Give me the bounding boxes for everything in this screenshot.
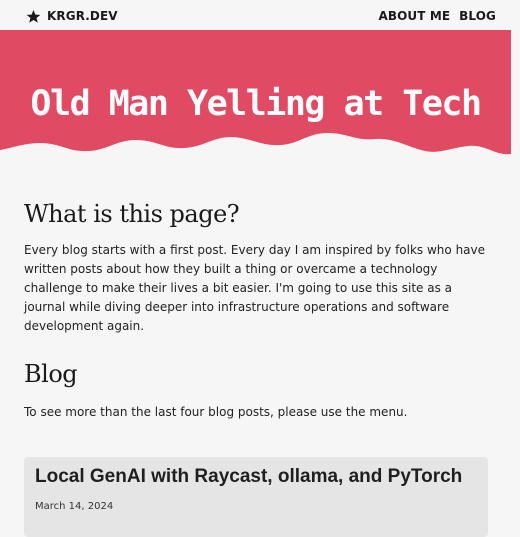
- intro-paragraph: Every blog starts with a first post. Eve…: [24, 243, 486, 333]
- about-heading: What is this page?: [24, 200, 240, 228]
- blog-post-title[interactable]: Local GenAI with Raycast, ollama, and Py…: [35, 466, 462, 488]
- nav-menu: ABOUT ME BLOG: [378, 9, 496, 23]
- star-icon: [26, 9, 41, 23]
- site-title: Old Man Yelling at Tech: [30, 84, 482, 125]
- brand-link[interactable]: KRGR.DEV: [26, 9, 118, 24]
- top-navbar: KRGR.DEV ABOUT ME BLOG: [0, 0, 520, 32]
- blog-post-card[interactable]: Local GenAI with Raycast, ollama, and Py…: [24, 457, 488, 537]
- hero-banner: Old Man Yelling at Tech: [0, 30, 511, 162]
- blog-post-date: March 14, 2024: [35, 501, 114, 512]
- nav-link-blog[interactable]: BLOG: [459, 9, 496, 23]
- nav-link-about-me[interactable]: ABOUT ME: [378, 9, 450, 23]
- brand-name: KRGR.DEV: [47, 9, 118, 23]
- blog-note: To see more than the last four blog post…: [24, 405, 408, 419]
- blog-heading: Blog: [24, 360, 78, 388]
